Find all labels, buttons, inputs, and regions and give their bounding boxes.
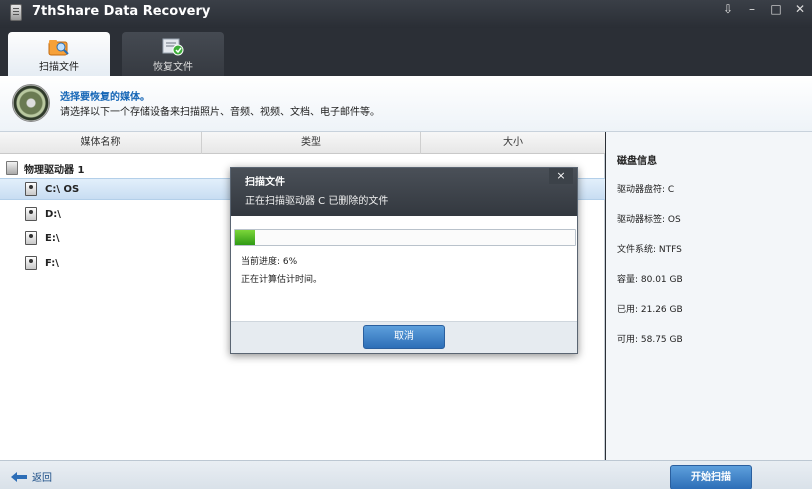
eta-text: 正在计算估计时间。 <box>241 275 323 285</box>
drive-label: C:\ OS <box>45 183 80 195</box>
hard-drive-icon <box>25 231 37 245</box>
title-bar: 7thShare Data Recovery ⇩ – □ ✕ <box>0 0 812 28</box>
tab-scan-files[interactable]: 扫描文件 <box>8 32 110 76</box>
back-arrow-icon <box>11 471 27 482</box>
dialog-close-icon[interactable]: × <box>549 168 573 184</box>
disk-info-used: 已用: 21.26 GB <box>617 305 683 315</box>
disk-info-free: 可用: 58.75 GB <box>617 335 683 345</box>
column-header-type[interactable]: 类型 <box>202 132 421 154</box>
banner-description: 请选择以下一个存储设备来扫描照片、音频、视频、文档、电子邮件等。 <box>60 107 380 118</box>
hard-drive-icon <box>25 256 37 270</box>
disc-icon <box>12 84 50 122</box>
table-header: 媒体名称 类型 大小 <box>0 132 605 154</box>
column-header-size[interactable]: 大小 <box>421 132 605 154</box>
disk-info-capacity: 容量: 80.01 GB <box>617 275 683 285</box>
tree-root-physical-drive[interactable]: 物理驱动器 1 <box>6 159 84 177</box>
disk-info-drive-letter: 驱动器盘符: C <box>617 185 675 195</box>
hard-drive-icon <box>25 207 37 221</box>
tab-restore-files[interactable]: 恢复文件 <box>122 32 224 76</box>
drive-label: D:\ <box>45 208 61 220</box>
close-window-button[interactable]: ✕ <box>788 0 812 20</box>
info-banner: 选择要恢复的媒体。 请选择以下一个存储设备来扫描照片、音频、视频、文档、电子邮件… <box>0 76 812 132</box>
hard-drive-icon <box>25 182 37 196</box>
footer-bar: 返回 开始扫描 <box>0 460 812 489</box>
tree-root-label: 物理驱动器 1 <box>24 164 85 176</box>
disk-info-drive-label: 驱动器标签: OS <box>617 215 681 225</box>
app-logo-icon <box>10 4 22 21</box>
disk-info-panel: 磁盘信息 驱动器盘符: C 驱动器标签: OS 文件系统: NTFS 容量: 8… <box>606 132 812 460</box>
column-header-name[interactable]: 媒体名称 <box>0 132 202 154</box>
scan-folder-icon <box>48 40 69 56</box>
disk-info-file-system: 文件系统: NTFS <box>617 245 682 255</box>
dialog-title: 扫描文件 <box>245 177 285 188</box>
disk-info-title: 磁盘信息 <box>617 156 657 167</box>
back-button[interactable]: 返回 <box>10 469 52 484</box>
drive-label: F:\ <box>45 257 59 269</box>
dialog-header: 扫描文件 正在扫描驱动器 C 已删除的文件 × <box>231 168 577 216</box>
back-label: 返回 <box>32 473 52 484</box>
maximize-button[interactable]: □ <box>764 0 788 20</box>
tab-label: 扫描文件 <box>39 62 79 73</box>
dialog-subtitle: 正在扫描驱动器 C 已删除的文件 <box>245 196 389 207</box>
drive-label: E:\ <box>45 232 60 244</box>
scan-progress-bar <box>234 229 576 246</box>
tab-bar: 扫描文件 恢复文件 <box>0 28 812 76</box>
app-title: 7thShare Data Recovery <box>32 4 211 19</box>
minimize-button[interactable]: – <box>740 0 764 20</box>
download-icon[interactable]: ⇩ <box>716 0 740 20</box>
window-controls: ⇩ – □ ✕ <box>716 0 812 20</box>
start-scan-button[interactable]: 开始扫描 <box>670 465 752 489</box>
dialog-footer: 取消 <box>231 321 577 353</box>
progress-text: 当前进度: 6% <box>241 257 298 267</box>
physical-drive-icon <box>6 161 18 175</box>
progress-fill <box>235 230 256 245</box>
cancel-button[interactable]: 取消 <box>363 325 445 349</box>
restore-files-icon <box>162 38 184 56</box>
banner-title: 选择要恢复的媒体。 <box>60 92 150 103</box>
tab-label: 恢复文件 <box>153 62 193 73</box>
scan-progress-dialog: 扫描文件 正在扫描驱动器 C 已删除的文件 × 当前进度: 6% 正在计算估计时… <box>230 167 578 354</box>
